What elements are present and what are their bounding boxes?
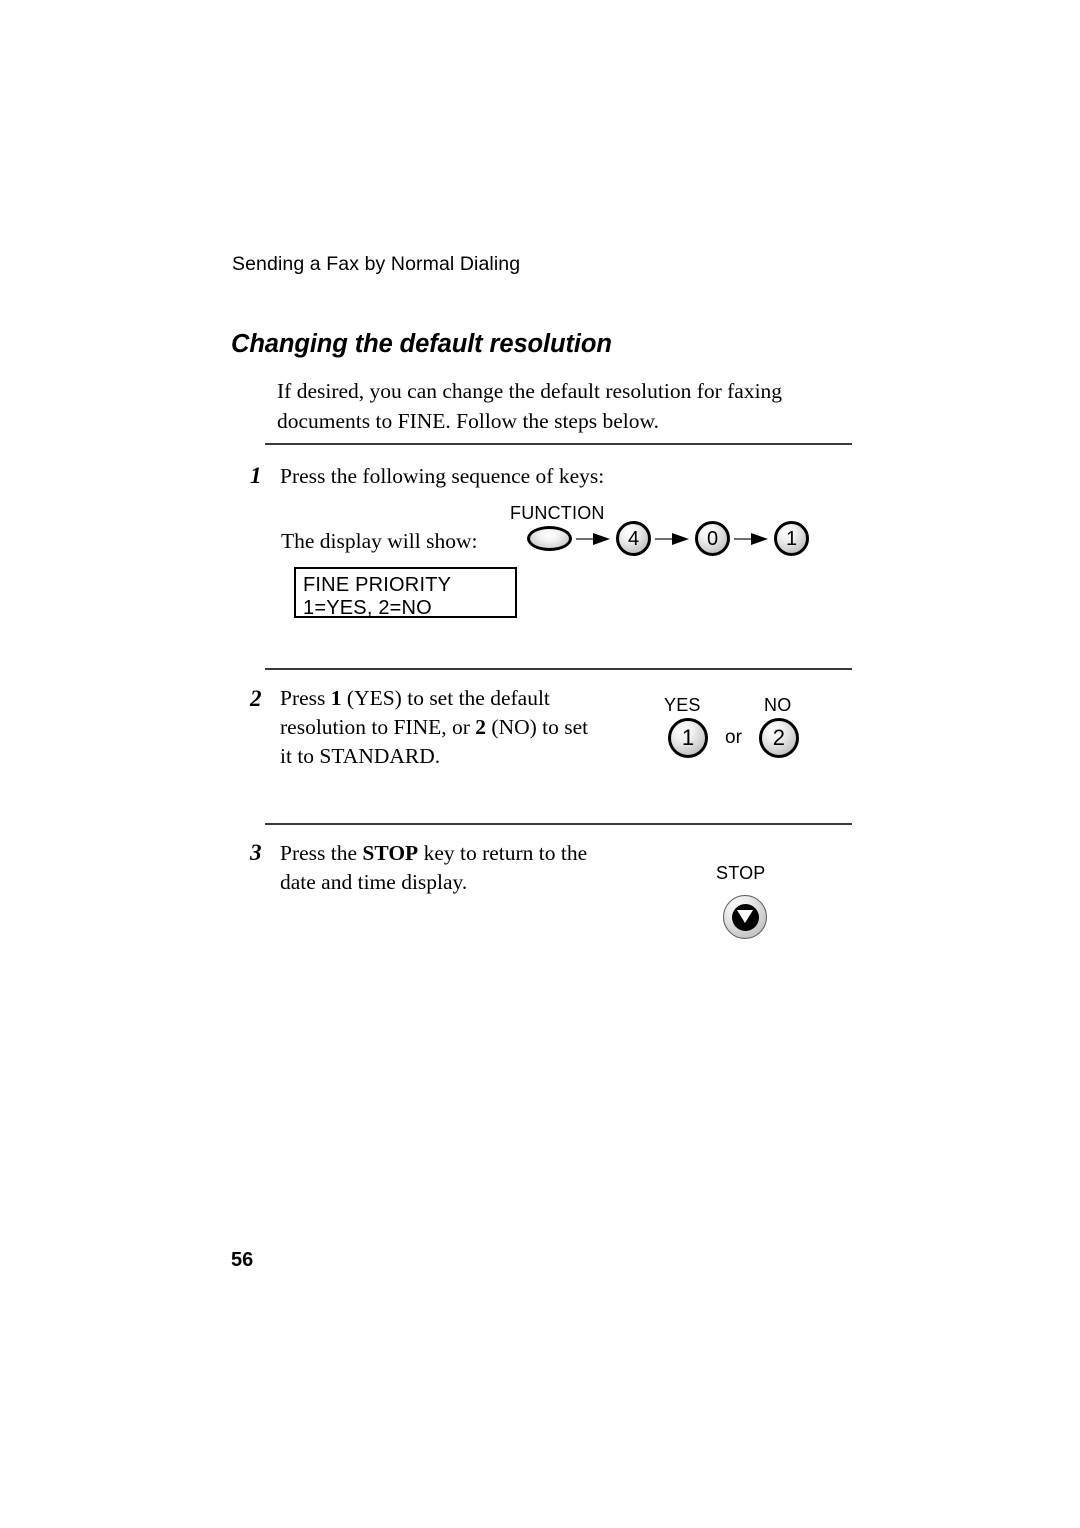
divider-rule-2 [265,668,852,670]
step-2-number: 2 [250,686,262,711]
step-3-number: 3 [250,840,262,865]
arrow-right-icon [655,532,691,545]
stop-key-icon[interactable] [723,895,767,939]
yes-key-label: YES [664,695,701,715]
intro-paragraph: If desired, you can change the default r… [277,379,783,433]
step-3-stop-key-ref: STOP [362,841,419,865]
display-will-show-label: The display will show: [281,529,478,553]
arrow-right-icon [734,532,770,545]
arrow-right-icon [576,532,612,545]
divider-rule-3 [265,823,852,825]
no-key-label: NO [764,695,792,715]
step-1-number: 1 [250,463,262,488]
key-sequence-diagram: 4 0 1 [527,521,809,556]
no-key-icon[interactable]: 2 [758,718,799,758]
lcd-line-1: FINE PRIORITY [303,574,452,596]
page-title: Changing the default resolution [231,330,612,358]
function-key-icon[interactable] [527,526,572,551]
stop-key-inner-circle [731,903,759,931]
numeric-key-4[interactable]: 4 [616,521,651,556]
lcd-display: FINE PRIORITY 1=YES, 2=NO [294,567,517,619]
triangle-down-icon [737,910,753,923]
page-number: 56 [231,1249,254,1271]
numeric-key-1[interactable]: 1 [774,521,809,556]
manual-page: Sending a Fax by Normal Dialing Changing… [0,0,1080,1528]
divider-rule-1 [265,443,852,445]
step-1-text: Press the following sequence of keys: [280,464,605,488]
lcd-line-2: 1=YES, 2=NO [303,596,432,619]
step-3-text: Press the STOP key to return to the date… [280,839,600,897]
stop-key-label: STOP [716,863,766,883]
yes-no-key-diagram: 1 or 2 [668,718,799,758]
step-3-text-part-1: Press the [280,841,363,865]
step-2-key-2: 2 [475,715,487,739]
step-2-key-1: 1 [330,686,342,710]
running-head: Sending a Fax by Normal Dialing [232,253,521,275]
yes-key-icon[interactable]: 1 [668,718,708,758]
numeric-key-0[interactable]: 0 [695,521,730,556]
step-2-text-part-1: Press [280,686,331,710]
step-2-text: Press 1 (YES) to set the default resolut… [280,684,600,771]
or-separator: or [725,727,742,748]
